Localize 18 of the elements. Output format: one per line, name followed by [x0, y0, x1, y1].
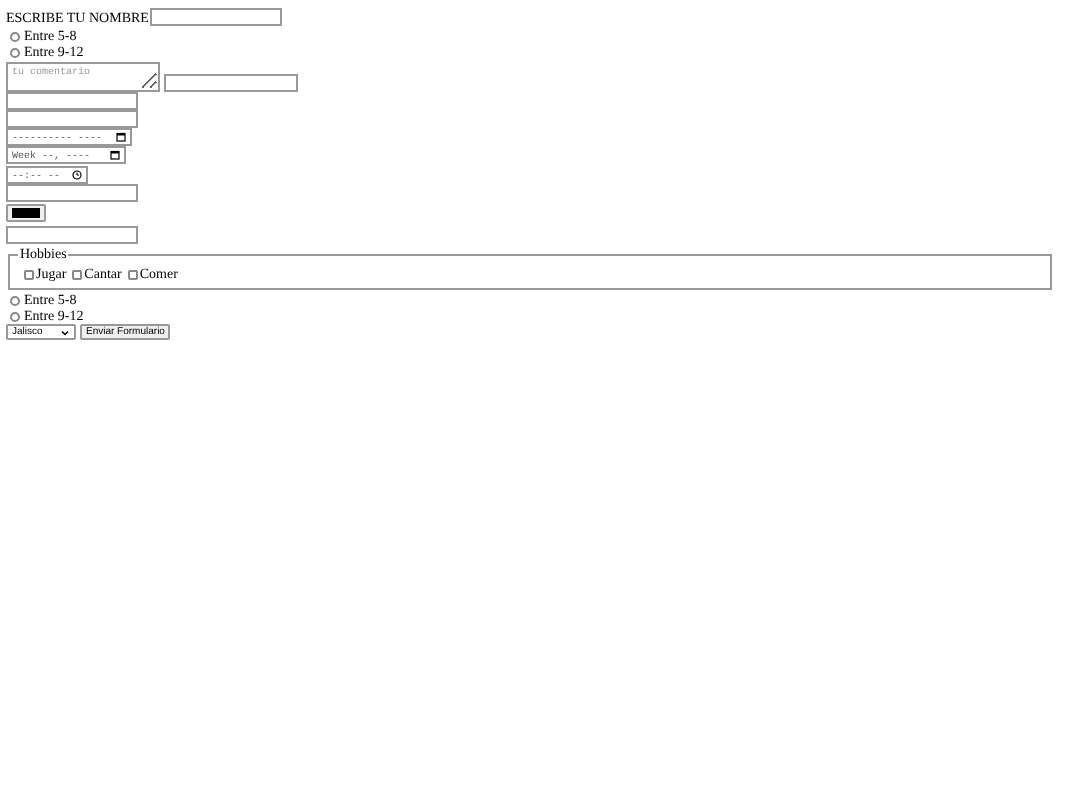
- input-field[interactable]: [6, 110, 138, 128]
- radio-button[interactable]: [10, 295, 20, 305]
- radio-button[interactable]: [10, 311, 20, 321]
- clock-icon: [72, 170, 82, 180]
- checkbox[interactable]: [72, 269, 83, 279]
- checkbox[interactable]: [24, 269, 34, 279]
- input-field[interactable]: [6, 184, 138, 202]
- radio-button[interactable]: [10, 47, 20, 57]
- calendar-icon: [116, 132, 126, 142]
- chevron-down-icon: [60, 327, 70, 337]
- calendar-icon: [110, 150, 120, 160]
- input-field[interactable]: [6, 92, 138, 110]
- name-input[interactable]: [150, 8, 283, 26]
- radio-button[interactable]: [10, 31, 20, 41]
- input-field[interactable]: [6, 226, 138, 244]
- input-field[interactable]: [164, 74, 298, 92]
- checkbox[interactable]: [127, 269, 138, 279]
- color-picker[interactable]: [6, 204, 46, 222]
